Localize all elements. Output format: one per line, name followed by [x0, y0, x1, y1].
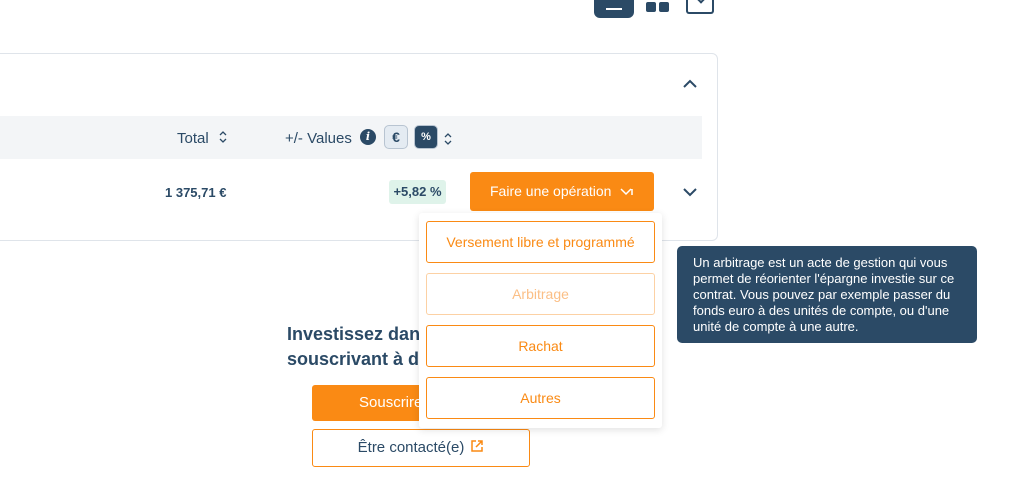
external-link-icon [471, 440, 484, 452]
grid-icon [659, 2, 669, 12]
chevron-down-icon[interactable] [682, 184, 698, 200]
operation-button-label: Faire une opération [490, 183, 612, 199]
menu-item-autres[interactable]: Autres [426, 377, 655, 419]
sort-icon[interactable] [443, 131, 453, 147]
chevron-down-icon [620, 188, 633, 196]
toggle-percent-button[interactable]: % [414, 125, 438, 149]
list-view-button[interactable] [594, 0, 634, 18]
operation-dropdown-menu: Versement libre et programmé Arbitrage R… [419, 213, 662, 428]
arbitrage-tooltip: Un arbitrage est un acte de gestion qui … [677, 246, 977, 343]
contact-button[interactable]: Être contacté(e) [312, 429, 530, 467]
toggle-euro-button[interactable]: € [384, 125, 408, 149]
contact-button-label: Être contacté(e) [357, 439, 465, 456]
info-icon[interactable]: i [360, 129, 376, 145]
performance-badge: +5,82 % [389, 180, 446, 204]
download-icon[interactable] [686, 0, 714, 14]
list-icon [606, 8, 622, 10]
sort-icon[interactable] [218, 129, 228, 145]
column-header-values: +/- Values [285, 130, 352, 147]
column-header-total: Total [177, 130, 209, 147]
menu-item-rachat[interactable]: Rachat [426, 325, 655, 367]
grid-icon [646, 2, 656, 12]
promo-title: Investissez dans souscrivant à de [287, 324, 431, 369]
grid-view-button[interactable] [646, 0, 670, 14]
operation-button[interactable]: Faire une opération [470, 172, 654, 211]
menu-item-versement[interactable]: Versement libre et programmé [426, 221, 655, 263]
menu-item-arbitrage[interactable]: Arbitrage [426, 273, 655, 315]
row-total-value: 1 375,71 € [165, 185, 227, 200]
chevron-up-icon[interactable] [682, 76, 698, 92]
